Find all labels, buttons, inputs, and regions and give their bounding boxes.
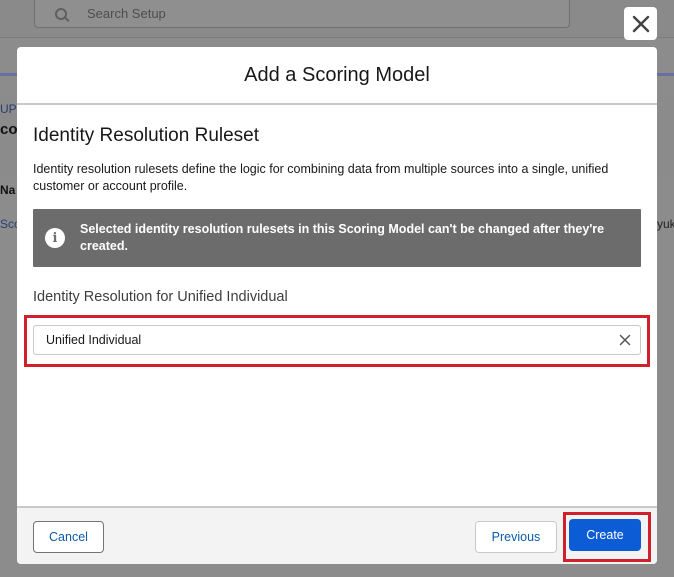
section-description: Identity resolution rulesets define the …	[33, 162, 609, 193]
modal-body: Identity Resolution Ruleset Identity res…	[17, 105, 657, 505]
background-breadcrumb-fragment: UP	[0, 102, 17, 116]
setup-search-placeholder: Search Setup	[87, 6, 166, 21]
info-banner: i Selected identity resolution rulesets …	[33, 209, 641, 267]
info-icon: i	[45, 228, 65, 248]
background-header: Search Setup	[0, 0, 674, 38]
info-banner-text: Selected identity resolution rulesets in…	[80, 222, 605, 253]
identity-resolution-field-label: Identity Resolution for Unified Individu…	[33, 289, 288, 305]
cancel-button[interactable]: Cancel	[33, 521, 104, 553]
modal-header: Add a Scoring Model	[17, 47, 657, 105]
identity-resolution-selected-value: Unified Individual	[46, 333, 142, 347]
modal-title: Add a Scoring Model	[244, 63, 430, 86]
background-cell-fragment: yuk	[657, 217, 674, 231]
close-modal-button[interactable]	[624, 7, 657, 40]
identity-resolution-combobox[interactable]: Unified Individual	[33, 325, 641, 355]
modal-footer: Cancel Previous Create	[17, 506, 657, 564]
previous-button[interactable]: Previous	[475, 521, 557, 553]
background-column-fragment: Na	[0, 183, 16, 197]
close-icon	[632, 15, 649, 32]
clear-icon	[619, 334, 631, 346]
create-button[interactable]: Create	[569, 519, 641, 551]
setup-search-box: Search Setup	[34, 0, 570, 28]
background-title-fragment: co	[0, 121, 18, 138]
clear-selection-button[interactable]	[610, 326, 640, 354]
search-icon	[55, 7, 67, 20]
section-title: Identity Resolution Ruleset	[33, 125, 260, 146]
add-scoring-model-modal: Add a Scoring Model Identity Resolution …	[17, 47, 657, 564]
